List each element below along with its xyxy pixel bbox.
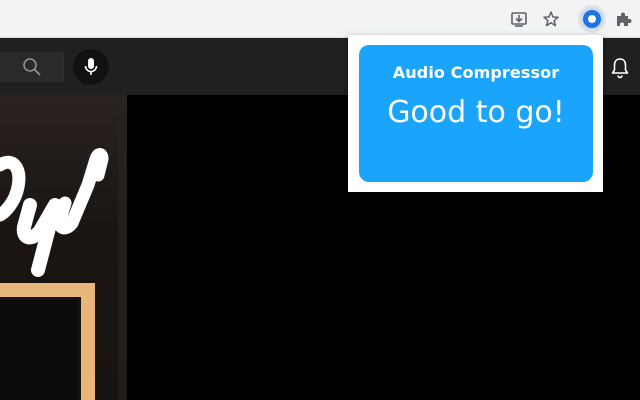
video-frame-image — [0, 95, 127, 400]
notifications-bell-icon — [611, 58, 629, 79]
bookmark-star-icon[interactable] — [537, 5, 565, 33]
browser-toolbar — [0, 0, 640, 38]
status-message: Good to go! — [387, 95, 565, 130]
notifications-button[interactable] — [606, 54, 634, 82]
microphone-icon — [84, 58, 98, 75]
address-bar[interactable] — [0, 5, 566, 33]
audio-compressor-icon — [583, 10, 601, 28]
search-icon — [22, 58, 41, 76]
download-to-device-icon[interactable] — [505, 5, 533, 33]
popup-title: Audio Compressor — [392, 63, 560, 82]
extensions-puzzle-icon[interactable] — [609, 5, 637, 33]
audio-compressor-icon-dot — [588, 15, 596, 23]
extension-active-icon[interactable] — [578, 5, 606, 33]
status-card: Audio Compressor Good to go! — [359, 45, 593, 182]
extension-popup: Audio Compressor Good to go! — [348, 35, 603, 192]
voice-search-button[interactable] — [73, 49, 109, 85]
search-button[interactable] — [0, 52, 64, 82]
